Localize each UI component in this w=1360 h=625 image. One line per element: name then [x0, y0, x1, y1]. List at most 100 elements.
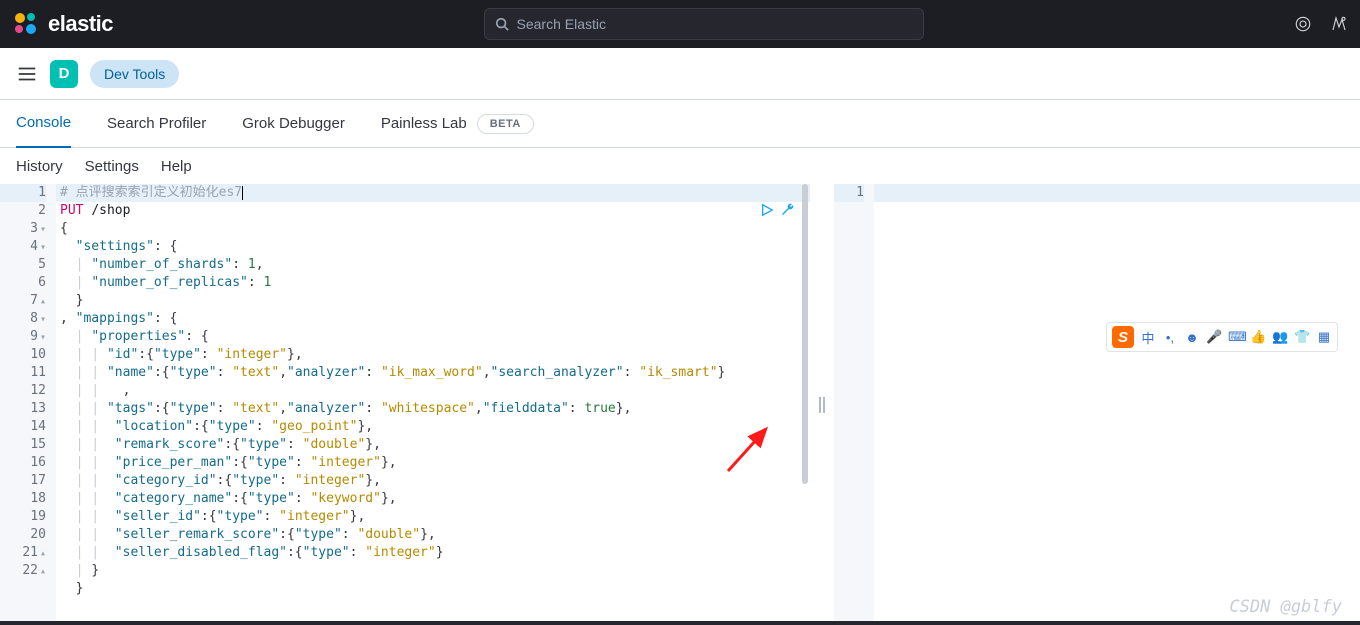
request-gutter: 1 2 3▾ 4▾ 5 6 7▴ 8▾ 9▾ 10 11 12 13 14 15…	[0, 184, 56, 625]
code-str: "integer"	[295, 473, 365, 488]
tab-label: Painless Lab	[381, 115, 467, 132]
code-key: "location"	[115, 419, 193, 434]
code-key: "remark_score"	[115, 437, 225, 452]
tab-painless-lab[interactable]: Painless Lab BETA	[381, 100, 534, 148]
code-str: "text"	[232, 365, 279, 380]
code-key: "type"	[248, 455, 295, 470]
settings-link[interactable]: Settings	[85, 158, 139, 175]
elastic-logo[interactable]: elastic	[12, 10, 113, 38]
code-str: "ik_smart"	[639, 365, 717, 380]
editor-zone: 1 2 3▾ 4▾ 5 6 7▴ 8▾ 9▾ 10 11 12 13 14 15…	[0, 184, 1360, 625]
line-number: 19	[30, 509, 46, 524]
response-gutter: 1	[834, 184, 874, 625]
ime-keyboard-icon[interactable]: ⌨	[1228, 329, 1244, 345]
tabs-row: Console Search Profiler Grok Debugger Pa…	[0, 100, 1360, 148]
line-number: 3	[30, 221, 38, 236]
code-key: "id"	[107, 347, 138, 362]
watermark: CSDN @gblfy	[1229, 597, 1342, 617]
request-options-icon[interactable]	[780, 202, 796, 218]
code-key: "properties"	[91, 329, 185, 344]
line-number: 14	[30, 419, 46, 434]
ime-user-icon[interactable]: 👥	[1272, 329, 1288, 345]
elastic-logo-icon	[12, 10, 40, 38]
ime-punct-icon[interactable]: •,	[1162, 330, 1178, 345]
fold-icon[interactable]: ▴	[40, 296, 46, 307]
ime-grid-icon[interactable]: ▦	[1316, 329, 1332, 345]
ime-lang[interactable]: 中	[1140, 328, 1156, 347]
line-number: 4	[30, 239, 38, 254]
line-number: 22	[22, 563, 38, 578]
menu-toggle-icon[interactable]	[16, 63, 38, 85]
footer-bar	[0, 621, 1360, 625]
tab-console[interactable]: Console	[16, 100, 71, 148]
code-key: "type"	[240, 437, 287, 452]
code-method: PUT	[60, 203, 83, 218]
pane-splitter[interactable]	[810, 184, 834, 625]
fold-icon[interactable]: ▾	[40, 224, 46, 235]
tab-grok-debugger[interactable]: Grok Debugger	[242, 100, 345, 148]
global-header: elastic Search Elastic	[0, 0, 1360, 48]
code-key: "type"	[170, 365, 217, 380]
line-number: 13	[30, 401, 46, 416]
code-str: "integer"	[279, 509, 349, 524]
code-key: "type"	[154, 347, 201, 362]
code-key: "fielddata"	[483, 401, 569, 416]
breadcrumb[interactable]: Dev Tools	[90, 60, 179, 88]
line-number: 17	[30, 473, 46, 488]
code-key: "category_name"	[115, 491, 232, 506]
code-str: "double"	[357, 527, 420, 542]
code-key: "tags"	[107, 401, 154, 416]
line-number: 6	[38, 275, 46, 290]
global-search-input[interactable]: Search Elastic	[484, 8, 924, 40]
newsfeed-icon[interactable]	[1294, 15, 1312, 33]
fold-icon[interactable]: ▴	[40, 566, 46, 577]
request-scrollbar[interactable]	[800, 184, 810, 625]
code-key: "type"	[303, 545, 350, 560]
ime-emoji-icon[interactable]: ☻	[1184, 330, 1200, 345]
ime-voice-icon[interactable]: 🎤	[1206, 329, 1222, 345]
code-key: "price_per_man"	[115, 455, 232, 470]
ime-toolbar[interactable]: S 中 •, ☻ 🎤 ⌨ 👍 👥 👕 ▦	[1106, 322, 1338, 352]
code-bool: true	[584, 401, 615, 416]
search-icon	[495, 17, 509, 31]
history-link[interactable]: History	[16, 158, 63, 175]
fold-icon[interactable]: ▾	[40, 314, 46, 325]
code-key: "category_id"	[115, 473, 217, 488]
tab-search-profiler[interactable]: Search Profiler	[107, 100, 206, 148]
code-key: "analyzer"	[287, 401, 365, 416]
search-container: Search Elastic	[113, 8, 1294, 40]
code-key: "type"	[170, 401, 217, 416]
line-number: 5	[38, 257, 46, 272]
request-pane: 1 2 3▾ 4▾ 5 6 7▴ 8▾ 9▾ 10 11 12 13 14 15…	[0, 184, 810, 625]
line-number: 7	[30, 293, 38, 308]
line-number: 12	[30, 383, 46, 398]
help-icon[interactable]	[1330, 15, 1348, 33]
code-key: "analyzer"	[287, 365, 365, 380]
app-badge[interactable]: D	[50, 60, 78, 88]
response-editor[interactable]	[874, 184, 1360, 625]
help-link[interactable]: Help	[161, 158, 192, 175]
code-key: "number_of_shards"	[91, 257, 232, 272]
elastic-logo-text: elastic	[48, 11, 113, 37]
ime-skin-icon[interactable]: 👕	[1294, 329, 1310, 345]
line-number: 9	[30, 329, 38, 344]
code-key: "search_analyzer"	[491, 365, 624, 380]
code-num: 1	[264, 275, 272, 290]
fold-icon[interactable]: ▴	[40, 548, 46, 559]
line-number: 20	[30, 527, 46, 542]
beta-badge: BETA	[477, 114, 534, 134]
fold-icon[interactable]: ▾	[40, 242, 46, 253]
code-comment: # 点评搜索索引定义初始化es7	[60, 185, 242, 200]
code-str: "ik_max_word"	[381, 365, 483, 380]
console-toolbar: History Settings Help	[0, 148, 1360, 184]
code-key: "number_of_replicas"	[91, 275, 248, 290]
code-num: 1	[248, 257, 256, 272]
request-editor[interactable]: # 点评搜索索引定义初始化es7 PUT /shop { "settings":…	[56, 184, 810, 625]
line-number: 16	[30, 455, 46, 470]
fold-icon[interactable]: ▾	[40, 332, 46, 343]
ime-like-icon[interactable]: 👍	[1250, 329, 1266, 345]
header-actions	[1294, 15, 1348, 33]
code-key: "mappings"	[76, 311, 154, 326]
tab-label: Grok Debugger	[242, 115, 345, 132]
send-request-icon[interactable]	[760, 203, 774, 217]
